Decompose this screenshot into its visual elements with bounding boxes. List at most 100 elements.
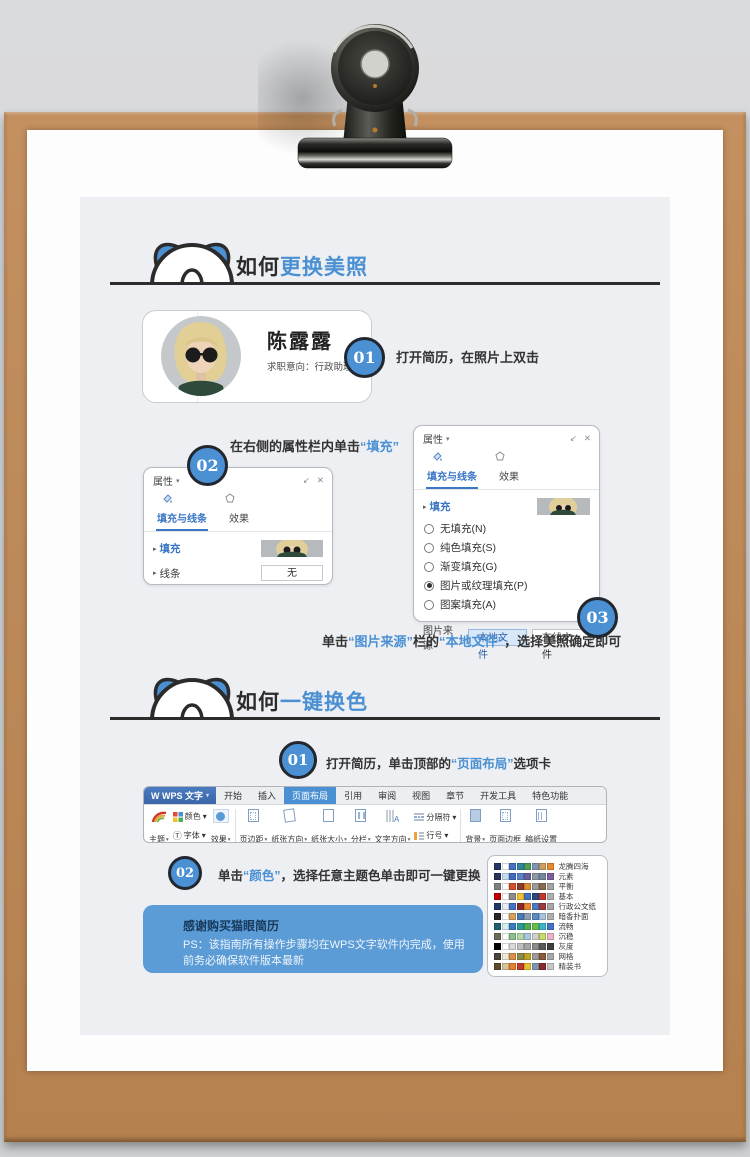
fill-option-solid[interactable]: 纯色填充(S) — [414, 538, 599, 557]
expand-bullet-icon[interactable]: ▸ — [153, 569, 157, 577]
theme-color-swatch[interactable] — [532, 893, 539, 900]
panel-close-icon[interactable]: ✕ — [317, 475, 324, 486]
theme-color-swatch[interactable] — [502, 933, 509, 940]
ribbon-tab-review[interactable]: 审阅 — [370, 787, 404, 804]
tab-fill-and-line[interactable]: 填充与线条 — [426, 465, 478, 489]
theme-color-swatch[interactable] — [502, 953, 509, 960]
panel-restore-icon[interactable]: ↙ — [570, 433, 577, 444]
theme-color-swatch[interactable] — [524, 863, 531, 870]
ribbon-tab-home[interactable]: 开始 — [216, 787, 250, 804]
columns-button[interactable]: 分栏▾ — [349, 807, 373, 843]
line-none-button[interactable]: 无 — [261, 565, 323, 581]
theme-row[interactable]: 基本 — [494, 891, 601, 901]
background-button[interactable]: 背景▾ — [463, 807, 487, 843]
margins-button[interactable]: 页边距▾ — [238, 807, 270, 843]
radio-selected-icon[interactable] — [424, 581, 434, 591]
theme-color-swatch[interactable] — [539, 873, 546, 880]
theme-color-swatch[interactable] — [509, 903, 516, 910]
theme-color-swatch[interactable] — [517, 943, 524, 950]
theme-color-swatch[interactable] — [539, 913, 546, 920]
theme-color-swatch[interactable] — [539, 943, 546, 950]
theme-color-swatch[interactable] — [524, 883, 531, 890]
line-label[interactable]: 线条 — [160, 566, 181, 581]
theme-color-swatch[interactable] — [502, 943, 509, 950]
theme-color-swatch[interactable] — [502, 923, 509, 930]
paper-size-button[interactable]: 纸张大小▾ — [309, 807, 349, 843]
theme-color-swatch[interactable] — [494, 963, 501, 970]
theme-row[interactable]: 龙腾四海 — [494, 861, 601, 871]
theme-color-swatch[interactable] — [547, 863, 554, 870]
fill-option-picture[interactable]: 图片或纹理填充(P) — [414, 576, 599, 595]
font-button[interactable]: Ⓣ 字体▾ — [173, 829, 207, 842]
theme-color-swatch[interactable] — [494, 893, 501, 900]
expand-bullet-icon[interactable]: ▸ — [423, 503, 427, 511]
expand-bullet-icon[interactable]: ▸ — [153, 545, 157, 553]
theme-row[interactable]: 暗香扑面 — [494, 911, 601, 921]
ribbon-tab-special-features[interactable]: 特色功能 — [524, 787, 576, 804]
theme-color-swatch[interactable] — [547, 943, 554, 950]
theme-color-swatch[interactable] — [532, 873, 539, 880]
breaks-button[interactable]: 分隔符▾ — [414, 812, 456, 823]
fill-bucket-icon[interactable] — [432, 451, 443, 462]
theme-color-swatch[interactable] — [539, 863, 546, 870]
theme-color-swatch[interactable] — [494, 923, 501, 930]
radio-icon[interactable] — [424, 524, 434, 534]
theme-color-swatch[interactable] — [517, 873, 524, 880]
effects-pentagon-icon[interactable] — [495, 451, 505, 461]
theme-color-swatch[interactable] — [502, 873, 509, 880]
theme-color-swatch[interactable] — [547, 933, 554, 940]
fill-option-pattern[interactable]: 图案填充(A) — [414, 595, 599, 614]
wps-logo[interactable]: W WPS 文字▾ — [144, 787, 216, 804]
theme-color-swatch[interactable] — [539, 963, 546, 970]
theme-button[interactable]: 主题▾ — [147, 807, 171, 843]
theme-color-swatch[interactable] — [532, 953, 539, 960]
theme-color-swatch[interactable] — [509, 883, 516, 890]
theme-color-swatch[interactable] — [509, 963, 516, 970]
theme-row[interactable]: 元素 — [494, 871, 601, 881]
effects-pentagon-icon[interactable] — [225, 493, 235, 503]
theme-row[interactable]: 精装书 — [494, 962, 601, 972]
ribbon-tab-view[interactable]: 视图 — [404, 787, 438, 804]
theme-color-swatch[interactable] — [532, 933, 539, 940]
theme-row[interactable]: 流畅 — [494, 922, 601, 932]
theme-color-swatch[interactable] — [547, 923, 554, 930]
theme-color-swatch[interactable] — [547, 883, 554, 890]
color-button[interactable]: 颜色▾ — [173, 811, 207, 822]
theme-color-swatch[interactable] — [517, 863, 524, 870]
theme-color-swatch[interactable] — [532, 943, 539, 950]
theme-color-swatch[interactable] — [509, 863, 516, 870]
theme-color-swatch[interactable] — [539, 953, 546, 960]
tab-fill-and-line[interactable]: 填充与线条 — [156, 507, 208, 531]
theme-color-swatch[interactable] — [532, 963, 539, 970]
theme-color-swatch[interactable] — [539, 923, 546, 930]
theme-color-swatch[interactable] — [494, 883, 501, 890]
theme-color-swatch[interactable] — [509, 873, 516, 880]
theme-color-swatch[interactable] — [517, 953, 524, 960]
theme-color-swatch[interactable] — [509, 923, 516, 930]
theme-color-swatch[interactable] — [509, 933, 516, 940]
theme-color-swatch[interactable] — [517, 933, 524, 940]
tab-effects[interactable]: 效果 — [228, 507, 250, 531]
theme-color-swatch[interactable] — [509, 943, 516, 950]
tab-effects[interactable]: 效果 — [498, 465, 520, 489]
theme-color-swatch[interactable] — [539, 883, 546, 890]
radio-icon[interactable] — [424, 562, 434, 572]
theme-color-swatch[interactable] — [547, 953, 554, 960]
theme-color-swatch[interactable] — [524, 933, 531, 940]
theme-color-swatch[interactable] — [547, 893, 554, 900]
theme-color-swatch[interactable] — [517, 923, 524, 930]
theme-color-swatch[interactable] — [517, 913, 524, 920]
theme-color-swatch[interactable] — [517, 963, 524, 970]
theme-color-swatch[interactable] — [502, 883, 509, 890]
radio-icon[interactable] — [424, 543, 434, 553]
theme-color-swatch[interactable] — [547, 873, 554, 880]
theme-color-swatch[interactable] — [524, 943, 531, 950]
theme-color-swatch[interactable] — [517, 903, 524, 910]
theme-color-swatch[interactable] — [517, 893, 524, 900]
resume-photo[interactable] — [161, 316, 241, 396]
theme-color-swatch[interactable] — [532, 883, 539, 890]
theme-color-swatch[interactable] — [502, 913, 509, 920]
page-border-button[interactable]: 页面边框 — [487, 807, 523, 843]
theme-color-swatch[interactable] — [502, 893, 509, 900]
effects-button[interactable]: 效果▾ — [209, 807, 233, 843]
